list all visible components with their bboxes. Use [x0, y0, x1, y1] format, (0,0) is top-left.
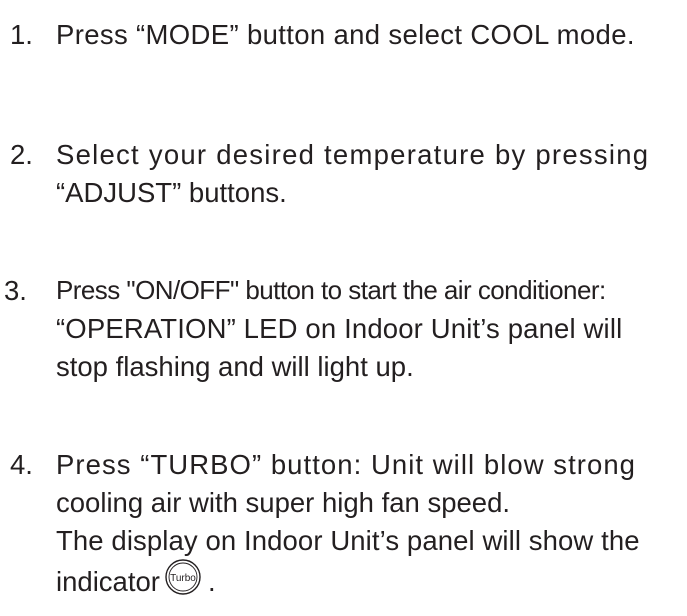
step-text-line-with-icon: indicator Turbo.	[56, 558, 216, 607]
step-number: 1.	[10, 19, 33, 50]
step-text-line: stop flashing and will light up.	[56, 351, 414, 382]
step-number: 3.	[4, 275, 27, 306]
step-text-line: “OPERATION” LED on Indoor Unit’s panel w…	[56, 313, 623, 344]
step-number: 2.	[10, 139, 33, 170]
turbo-icon-label: Turbo	[170, 573, 196, 584]
step-number: 4.	[10, 449, 33, 480]
step-text-line: Select your desired temperature by press…	[56, 139, 650, 170]
step-text-line: Press “MODE” button and select COOL mode…	[56, 19, 635, 50]
step-text-line: Press “TURBO” button: Unit will blow str…	[56, 449, 637, 480]
indicator-period: .	[207, 565, 216, 597]
step-text-line: “ADJUST” buttons.	[56, 177, 287, 208]
step-text-line: Press "ON/OFF" button to start the air c…	[56, 275, 606, 305]
turbo-indicator-icon: Turbo	[164, 558, 202, 605]
indicator-label: indicator	[56, 565, 160, 597]
step-text-line: The display on Indoor Unit’s panel will …	[56, 525, 640, 556]
step-text-line: cooling air with super high fan speed.	[56, 487, 511, 518]
